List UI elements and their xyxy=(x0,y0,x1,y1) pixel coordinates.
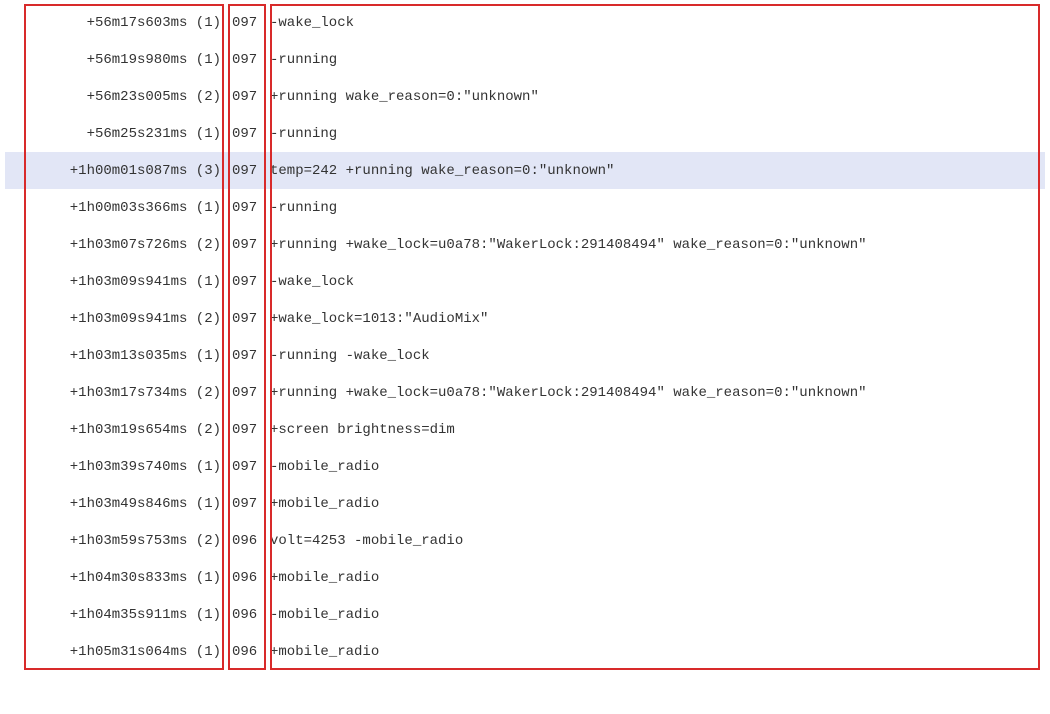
log-code: 097 xyxy=(224,274,264,290)
log-row[interactable]: +1h03m13s035ms (1)097-running -wake_lock xyxy=(5,337,1045,374)
log-message: temp=242 +running wake_reason=0:"unknown… xyxy=(264,163,1045,179)
log-row[interactable]: +1h03m17s734ms (2)097+running +wake_lock… xyxy=(5,374,1045,411)
log-code: 097 xyxy=(224,496,264,512)
log-message: -wake_lock xyxy=(264,274,1045,290)
log-message: +mobile_radio xyxy=(264,570,1045,586)
log-row[interactable]: +56m19s980ms (1)097-running xyxy=(5,41,1045,78)
log-row[interactable]: +1h03m49s846ms (1)097+mobile_radio xyxy=(5,485,1045,522)
log-timestamp: +56m19s980ms (1) xyxy=(24,52,224,68)
log-message: -wake_lock xyxy=(264,15,1045,31)
log-message: -mobile_radio xyxy=(264,459,1045,475)
log-message: +wake_lock=1013:"AudioMix" xyxy=(264,311,1045,327)
log-row[interactable]: +1h03m59s753ms (2)096volt=4253 -mobile_r… xyxy=(5,522,1045,559)
log-row[interactable]: +1h03m07s726ms (2)097+running +wake_lock… xyxy=(5,226,1045,263)
log-timestamp: +1h03m17s734ms (2) xyxy=(24,385,224,401)
log-code: 097 xyxy=(224,126,264,142)
log-code: 097 xyxy=(224,15,264,31)
log-timestamp: +1h03m49s846ms (1) xyxy=(24,496,224,512)
log-timestamp: +56m25s231ms (1) xyxy=(24,126,224,142)
log-row[interactable]: +1h03m09s941ms (1)097-wake_lock xyxy=(5,263,1045,300)
log-timestamp: +1h03m39s740ms (1) xyxy=(24,459,224,475)
log-timestamp: +1h03m07s726ms (2) xyxy=(24,237,224,253)
log-timestamp: +1h05m31s064ms (1) xyxy=(24,644,224,660)
log-message: -running xyxy=(264,126,1045,142)
log-container: +56m17s603ms (1)097-wake_lock+56m19s980m… xyxy=(5,4,1045,670)
log-code: 097 xyxy=(224,459,264,475)
log-timestamp: +1h00m01s087ms (3) xyxy=(24,163,224,179)
log-code: 097 xyxy=(224,422,264,438)
log-timestamp: +1h04m35s911ms (1) xyxy=(24,607,224,623)
log-message: -running xyxy=(264,52,1045,68)
log-timestamp: +1h03m19s654ms (2) xyxy=(24,422,224,438)
log-timestamp: +1h03m59s753ms (2) xyxy=(24,533,224,549)
log-message: +mobile_radio xyxy=(264,644,1045,660)
log-row[interactable]: +1h00m03s366ms (1)097-running xyxy=(5,189,1045,226)
log-timestamp: +1h03m13s035ms (1) xyxy=(24,348,224,364)
log-code: 096 xyxy=(224,570,264,586)
log-code: 097 xyxy=(224,163,264,179)
log-timestamp: +1h00m03s366ms (1) xyxy=(24,200,224,216)
log-row[interactable]: +1h05m31s064ms (1)096+mobile_radio xyxy=(5,633,1045,670)
log-message: -running -wake_lock xyxy=(264,348,1045,364)
log-message: +running wake_reason=0:"unknown" xyxy=(264,89,1045,105)
log-message: -mobile_radio xyxy=(264,607,1045,623)
log-code: 097 xyxy=(224,89,264,105)
log-row[interactable]: +1h03m39s740ms (1)097-mobile_radio xyxy=(5,448,1045,485)
log-code: 096 xyxy=(224,607,264,623)
log-row[interactable]: +1h04m30s833ms (1)096+mobile_radio xyxy=(5,559,1045,596)
log-code: 097 xyxy=(224,348,264,364)
log-code: 097 xyxy=(224,385,264,401)
log-timestamp: +1h03m09s941ms (1) xyxy=(24,274,224,290)
log-row[interactable]: +56m23s005ms (2)097+running wake_reason=… xyxy=(5,78,1045,115)
log-code: 097 xyxy=(224,311,264,327)
log-message: -running xyxy=(264,200,1045,216)
log-timestamp: +56m23s005ms (2) xyxy=(24,89,224,105)
log-timestamp: +1h04m30s833ms (1) xyxy=(24,570,224,586)
log-code: 097 xyxy=(224,237,264,253)
tree-guide-line xyxy=(24,4,25,152)
log-row[interactable]: +1h03m09s941ms (2)097+wake_lock=1013:"Au… xyxy=(5,300,1045,337)
log-message: +screen brightness=dim xyxy=(264,422,1045,438)
log-code: 096 xyxy=(224,533,264,549)
log-code: 097 xyxy=(224,200,264,216)
log-timestamp: +56m17s603ms (1) xyxy=(24,15,224,31)
log-code: 096 xyxy=(224,644,264,660)
log-message: +running +wake_lock=u0a78:"WakerLock:291… xyxy=(264,237,1045,253)
log-row[interactable]: +1h03m19s654ms (2)097+screen brightness=… xyxy=(5,411,1045,448)
log-message: +running +wake_lock=u0a78:"WakerLock:291… xyxy=(264,385,1045,401)
log-row[interactable]: +1h00m01s087ms (3)097temp=242 +running w… xyxy=(5,152,1045,189)
log-timestamp: +1h03m09s941ms (2) xyxy=(24,311,224,327)
log-message: volt=4253 -mobile_radio xyxy=(264,533,1045,549)
log-row[interactable]: +56m25s231ms (1)097-running xyxy=(5,115,1045,152)
log-message: +mobile_radio xyxy=(264,496,1045,512)
log-row[interactable]: +56m17s603ms (1)097-wake_lock xyxy=(5,4,1045,41)
log-code: 097 xyxy=(224,52,264,68)
log-row[interactable]: +1h04m35s911ms (1)096-mobile_radio xyxy=(5,596,1045,633)
